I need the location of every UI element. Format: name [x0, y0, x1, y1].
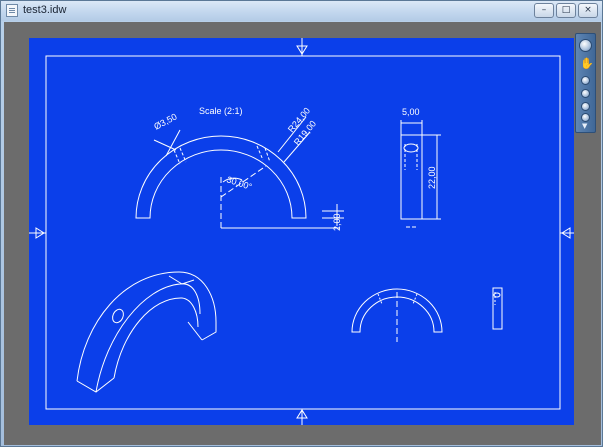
orbit-icon[interactable]: [581, 89, 590, 98]
scale-note: Scale (2:1): [199, 106, 243, 116]
title-bar[interactable]: test3.idw – □ ×: [1, 1, 602, 21]
rewind-icon[interactable]: [581, 113, 590, 122]
navigation-bar[interactable]: ✋ ▼: [575, 33, 596, 133]
minimize-button[interactable]: –: [534, 3, 554, 18]
dim-height: 22,00: [427, 166, 437, 189]
window-title: test3.idw: [23, 4, 67, 16]
dim-width: 5,00: [402, 107, 420, 117]
drawing-window: test3.idw – □ × Ø3,50 R24,00 R19,00 30,0…: [0, 0, 603, 447]
small-front-view: [351, 288, 443, 342]
maximize-button[interactable]: □: [556, 3, 576, 18]
dim-angle: 30,00°: [225, 174, 253, 192]
document-icon: [6, 4, 18, 17]
close-button[interactable]: ×: [578, 3, 598, 18]
pan-hand-icon[interactable]: ✋: [580, 58, 594, 69]
drawing-canvas[interactable]: Ø3,50 R24,00 R19,00 30,00° 2,00 5,00 22,…: [4, 22, 601, 445]
chevron-down-icon[interactable]: ▼: [582, 123, 587, 130]
small-side-view: [492, 287, 503, 330]
front-view: [135, 116, 344, 229]
dim-offset: 2,00: [332, 213, 342, 231]
drawing-views: Ø3,50 R24,00 R19,00 30,00° 2,00 5,00 22,…: [29, 38, 574, 425]
zoom-icon[interactable]: [581, 76, 590, 85]
dim-hole-diameter: Ø3,50: [152, 111, 178, 131]
center-marks: [29, 38, 574, 425]
steering-wheel-icon[interactable]: [579, 39, 592, 52]
isometric-view: [76, 271, 217, 393]
look-icon[interactable]: [581, 102, 590, 111]
